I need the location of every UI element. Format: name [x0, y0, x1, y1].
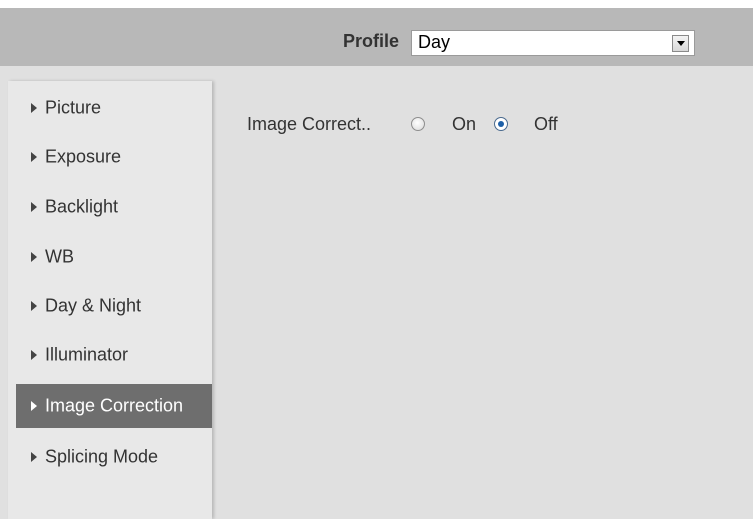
triangle-right-icon: [31, 301, 37, 311]
image-correction-on-label[interactable]: On: [452, 114, 476, 135]
sidebar-item-label: Day & Night: [45, 295, 142, 316]
sidebar-item-illuminator[interactable]: Illuminator: [8, 333, 212, 377]
sidebar-item-exposure[interactable]: Exposure: [8, 135, 212, 179]
triangle-right-icon: [31, 252, 37, 262]
image-correction-label: Image Correct..: [247, 114, 372, 134]
profile-select-value: Day: [418, 32, 451, 52]
sidebar-item-image-correction[interactable]: Image Correction: [16, 384, 212, 428]
triangle-right-icon: [31, 401, 37, 411]
sidebar-item-label: WB: [45, 246, 74, 267]
profile-bar: Profile Day: [0, 8, 753, 66]
sidebar-item-wb[interactable]: WB: [8, 235, 212, 279]
triangle-right-icon: [31, 202, 37, 212]
sidebar-item-label: Illuminator: [45, 344, 129, 365]
sidebar-item-splicing-mode[interactable]: Splicing Mode: [8, 435, 212, 479]
image-settings-page: Profile Day Picture Exposure Backlight W…: [0, 0, 753, 519]
sidebar-item-label: Exposure: [45, 146, 122, 167]
triangle-right-icon: [31, 152, 37, 162]
sidebar-item-day-night[interactable]: Day & Night: [8, 284, 212, 328]
sidebar-item-label: Image Correction: [45, 395, 184, 416]
sidebar-item-label: Backlight: [45, 196, 119, 217]
sidebar-item-backlight[interactable]: Backlight: [8, 185, 212, 229]
sidebar-item-label: Splicing Mode: [45, 446, 159, 467]
image-correction-off-radio[interactable]: [494, 117, 508, 131]
triangle-right-icon: [31, 452, 37, 462]
triangle-right-icon: [31, 103, 37, 113]
image-correction-on-radio[interactable]: [411, 117, 425, 131]
profile-label: Profile: [343, 31, 400, 51]
dropdown-arrow-icon[interactable]: [672, 35, 689, 52]
sidebar-item-label: Picture: [45, 97, 102, 118]
triangle-right-icon: [31, 350, 37, 360]
profile-select[interactable]: Day: [411, 30, 695, 56]
image-correction-off-label[interactable]: Off: [534, 114, 558, 135]
sidebar-item-picture[interactable]: Picture: [8, 86, 212, 130]
